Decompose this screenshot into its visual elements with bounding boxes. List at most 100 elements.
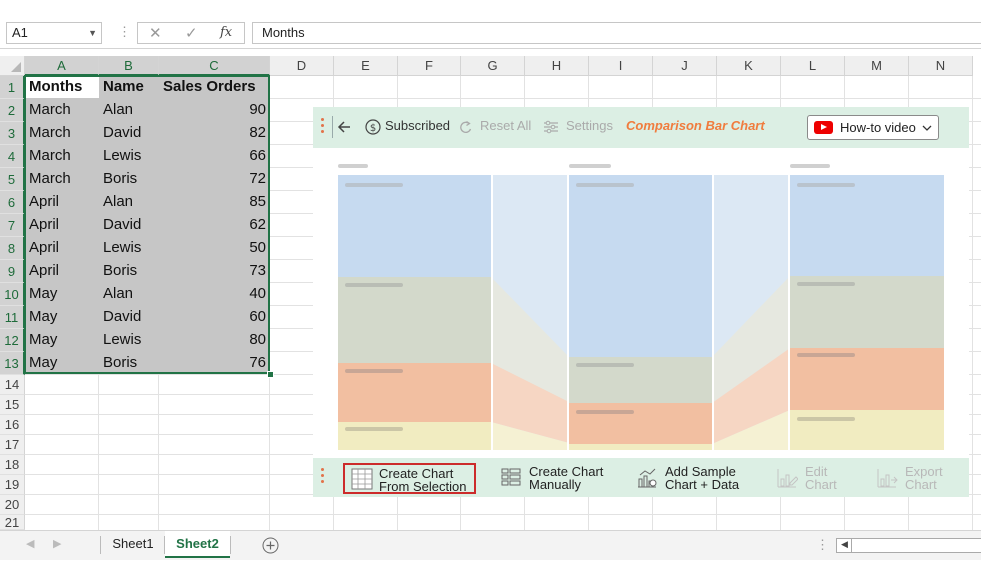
edit-chart-button[interactable]: Edit Chart — [769, 463, 849, 494]
fill-handle[interactable] — [267, 371, 274, 378]
column-header-j[interactable]: J — [653, 56, 717, 76]
row-header-17[interactable]: 17 — [0, 435, 25, 455]
row-header-16[interactable]: 16 — [0, 415, 25, 435]
bar-1-sage — [338, 277, 491, 363]
create-chart-from-selection-label: Create Chart From Selection — [379, 466, 467, 494]
manual-table-icon — [501, 468, 521, 486]
placeholder-label-1 — [338, 164, 368, 168]
row-header-4[interactable]: 4 — [0, 145, 25, 168]
svg-text:$: $ — [370, 123, 376, 134]
column-header-h[interactable]: H — [525, 56, 589, 76]
addin-toolbar: $ Subscribed Reset All Settings Comparis… — [313, 107, 969, 148]
row-header-14[interactable]: 14 — [0, 375, 25, 395]
chevron-down-icon[interactable]: ▼ — [88, 23, 97, 43]
more-options-icon[interactable]: ⋮ — [118, 24, 131, 40]
placeholder-label-3 — [790, 164, 830, 168]
row-header-6[interactable]: 6 — [0, 191, 25, 214]
drag-handle-icon[interactable] — [321, 468, 325, 486]
row-header-20[interactable]: 20 — [0, 495, 25, 515]
table-select-icon — [351, 468, 373, 490]
column-header-m[interactable]: M — [845, 56, 909, 76]
add-sample-chart-label: Add Sample Chart + Data — [665, 464, 740, 492]
row-header-8[interactable]: 8 — [0, 237, 25, 260]
sheet-tab-bar: ◀ ▶ Sheet1 Sheet2 ⋮ ◀ — [0, 530, 981, 561]
howto-video-button[interactable]: How-to video — [807, 115, 939, 140]
subscribed-label[interactable]: Subscribed — [385, 118, 450, 133]
drag-handle-icon[interactable] — [321, 118, 325, 136]
column-header-a[interactable]: A — [25, 56, 99, 76]
create-chart-manually-label: Create Chart Manually — [529, 464, 604, 492]
row-header-12[interactable]: 12 — [0, 329, 25, 352]
row-header-10[interactable]: 10 — [0, 283, 25, 306]
edit-chart-icon — [777, 469, 798, 488]
dollar-circle-icon: $ — [365, 119, 381, 135]
row-header-1[interactable]: 1 — [0, 76, 25, 99]
settings-button[interactable]: Settings — [566, 118, 613, 133]
scroll-left-icon[interactable]: ◀ — [841, 539, 848, 550]
row-header-3[interactable]: 3 — [0, 122, 25, 145]
column-header-n[interactable]: N — [909, 56, 973, 76]
reset-icon[interactable] — [458, 119, 474, 135]
add-sample-chart-button[interactable]: Add Sample Chart + Data — [629, 463, 747, 494]
prev-sheet-icon[interactable]: ◀ — [26, 537, 34, 550]
edit-chart-label: Edit Chart — [805, 464, 837, 492]
bar-3-sage — [790, 276, 944, 348]
horizontal-scrollbar[interactable]: ◀ — [836, 538, 981, 553]
formula-input[interactable]: Months — [252, 22, 981, 44]
chart-preview-placeholder — [338, 164, 944, 450]
row-header-19[interactable]: 19 — [0, 475, 25, 495]
create-chart-manually-button[interactable]: Create Chart Manually — [493, 463, 608, 494]
column-header-c[interactable]: C — [159, 56, 270, 76]
column-header-i[interactable]: I — [589, 56, 653, 76]
row-header-13[interactable]: 13 — [0, 352, 25, 375]
bar-3-cream — [790, 410, 944, 450]
column-header-g[interactable]: G — [461, 56, 525, 76]
create-chart-from-selection-button[interactable]: Create Chart From Selection — [343, 463, 476, 494]
export-chart-icon — [877, 469, 898, 488]
reset-all-button[interactable]: Reset All — [480, 118, 531, 133]
sliders-icon[interactable] — [543, 119, 559, 135]
sheet-tab-sheet2[interactable]: Sheet2 — [165, 531, 230, 558]
sheet-tab-sheet1[interactable]: Sheet1 — [101, 531, 165, 558]
row-header-7[interactable]: 7 — [0, 214, 25, 237]
chart-addin-panel: $ Subscribed Reset All Settings Comparis… — [313, 107, 969, 497]
next-sheet-icon[interactable]: ▶ — [53, 537, 61, 550]
bar-3-salmon — [790, 348, 944, 410]
youtube-icon — [814, 121, 833, 134]
gridline-horizontal — [25, 514, 981, 515]
row-header-18[interactable]: 18 — [0, 455, 25, 475]
bar-3-blue — [790, 175, 944, 276]
row-header-2[interactable]: 2 — [0, 99, 25, 122]
splitter-icon[interactable]: ⋮ — [816, 537, 829, 553]
howto-label: How-to video — [840, 120, 916, 135]
bar-2-salmon — [569, 403, 712, 444]
column-header-k[interactable]: K — [717, 56, 781, 76]
row-header-15[interactable]: 15 — [0, 395, 25, 415]
add-sheet-icon[interactable] — [262, 537, 279, 554]
row-header-21[interactable]: 21 — [0, 515, 25, 530]
bar-1-blue — [338, 175, 491, 277]
bar-2-cream — [569, 444, 712, 450]
cancel-icon[interactable]: ✕ — [149, 24, 162, 42]
column-header-f[interactable]: F — [398, 56, 461, 76]
row-header-5[interactable]: 5 — [0, 168, 25, 191]
row-header-11[interactable]: 11 — [0, 306, 25, 329]
enter-icon[interactable]: ✓ — [185, 24, 198, 42]
export-chart-label: Export Chart — [905, 464, 943, 492]
export-chart-button[interactable]: Export Chart — [869, 463, 961, 494]
selection-border — [24, 75, 270, 374]
column-header-d[interactable]: D — [270, 56, 334, 76]
name-box[interactable]: A1 ▼ — [6, 22, 102, 44]
formula-bar: A1 ▼ ⋮ ✕ ✓ fx Months — [0, 18, 981, 49]
name-box-value: A1 — [12, 25, 28, 40]
column-header-l[interactable]: L — [781, 56, 845, 76]
formula-buttons: ✕ ✓ fx — [137, 22, 245, 44]
column-header-b[interactable]: B — [99, 56, 159, 76]
insert-function-icon[interactable]: fx — [220, 25, 232, 40]
chart-type-title: Comparison Bar Chart — [626, 118, 765, 133]
row-header-9[interactable]: 9 — [0, 260, 25, 283]
addin-action-bar: Create Chart From Selection Create Chart M… — [313, 458, 969, 497]
column-header-e[interactable]: E — [334, 56, 398, 76]
back-arrow-icon[interactable] — [336, 119, 352, 135]
select-all-corner[interactable] — [0, 56, 25, 76]
